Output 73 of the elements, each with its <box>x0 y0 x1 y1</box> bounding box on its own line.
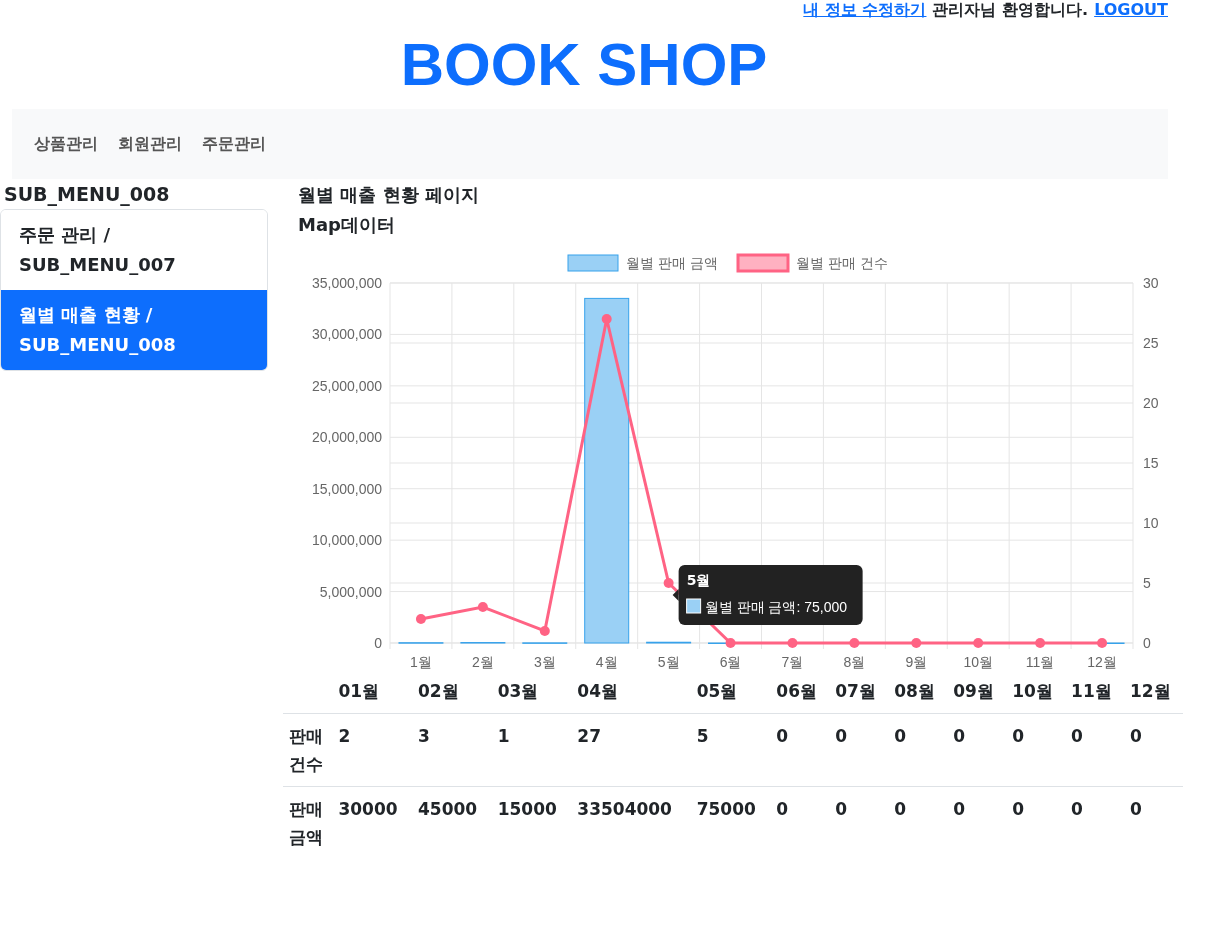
x-axis-label: 3월 <box>533 654 556 670</box>
table-cell: 0 <box>770 713 830 787</box>
column-header: 04월 <box>571 669 691 714</box>
site-title: BOOK SHOP <box>400 30 768 99</box>
chart-tooltip: 5월 월별 판매 금액: 75,000 <box>672 565 863 625</box>
x-axis-label: 8월 <box>843 654 866 670</box>
y-axis-label: 25,000,000 <box>311 377 382 394</box>
x-axis-label: 5월 <box>657 654 680 670</box>
table-cell: 1 <box>491 713 572 787</box>
column-header: 07월 <box>829 669 889 714</box>
table-cell: 0 <box>770 786 830 859</box>
x-axis-label: 7월 <box>781 654 804 670</box>
y-axis-label: 10,000,000 <box>311 532 382 549</box>
column-header: 01월 <box>332 669 413 714</box>
y-axis-label: 0 <box>1143 635 1151 651</box>
table-cell: 0 <box>888 786 948 859</box>
legend-label: 월별 판매 건수 <box>796 255 888 271</box>
row-header: 판매건수 <box>283 713 333 787</box>
x-axis-label: 1월 <box>410 654 432 670</box>
x-axis-label: 6월 <box>719 654 742 670</box>
y-axis-label: 20,000,000 <box>311 429 382 446</box>
column-header: 02월 <box>412 669 492 714</box>
column-header: 10월 <box>1006 669 1066 714</box>
table-cell: 0 <box>829 713 889 787</box>
table-cell: 5 <box>690 713 771 787</box>
table-cell: 0 <box>1124 786 1183 859</box>
table-cell: 0 <box>947 786 1007 859</box>
y-axis-label: 30 <box>1143 275 1159 291</box>
table-cell: 30000 <box>332 786 413 859</box>
y-axis-label: 5 <box>1143 575 1151 591</box>
table-cell: 75000 <box>690 786 771 859</box>
y-axis-label: 5,000,000 <box>319 583 382 600</box>
y-axis-label: 30,000,000 <box>311 326 382 343</box>
table-cell: 0 <box>947 713 1007 787</box>
table-cell: 45000 <box>412 786 492 859</box>
table-cell: 15000 <box>491 786 572 859</box>
column-header: 08월 <box>888 669 948 714</box>
x-axis-label: 12월 <box>1087 654 1117 670</box>
column-header: 12월 <box>1124 669 1183 714</box>
column-header: 03월 <box>491 669 572 714</box>
x-axis-label: 10월 <box>963 654 993 670</box>
y-axis-label: 0 <box>374 635 382 651</box>
table-cell: 33504000 <box>571 786 691 859</box>
y-axis-label: 15,000,000 <box>311 480 382 497</box>
column-header: 11월 <box>1065 669 1125 714</box>
table-cell: 0 <box>1065 713 1125 787</box>
x-axis-label: 11월 <box>1025 654 1055 670</box>
table-cell: 0 <box>829 786 889 859</box>
welcome-text: 관리자님 환영합니다. <box>932 0 1089 21</box>
subtitle: Map데이터 <box>298 213 396 237</box>
table-cell: 2 <box>332 713 413 787</box>
table-cell: 0 <box>1065 786 1125 859</box>
legend-label: 월별 판매 금액 <box>626 255 718 271</box>
y-axis-label: 10 <box>1143 515 1159 531</box>
table-cell: 0 <box>1124 713 1183 787</box>
row-header: 판매금액 <box>283 786 333 859</box>
x-axis-label: 2월 <box>472 654 494 670</box>
y-axis-label: 35,000,000 <box>311 275 382 291</box>
y-axis-label: 20 <box>1143 395 1159 411</box>
x-axis-label: 9월 <box>905 654 928 670</box>
column-header: 06월 <box>770 669 830 714</box>
table-cell: 27 <box>571 713 691 787</box>
sidebar-heading: SUB_MENU_008 <box>3 182 171 208</box>
page-title: 월별 매출 현황 페이지 <box>298 183 480 207</box>
table-cell: 0 <box>1006 786 1066 859</box>
x-axis-label: 4월 <box>595 654 618 670</box>
table-cell: 3 <box>412 713 492 787</box>
column-header: 05월 <box>690 669 771 714</box>
y-axis-label: 15 <box>1143 455 1159 471</box>
table-cell: 0 <box>888 713 948 787</box>
table-cell: 0 <box>1006 713 1066 787</box>
y-axis-label: 25 <box>1143 335 1159 351</box>
column-header: 09월 <box>947 669 1007 714</box>
